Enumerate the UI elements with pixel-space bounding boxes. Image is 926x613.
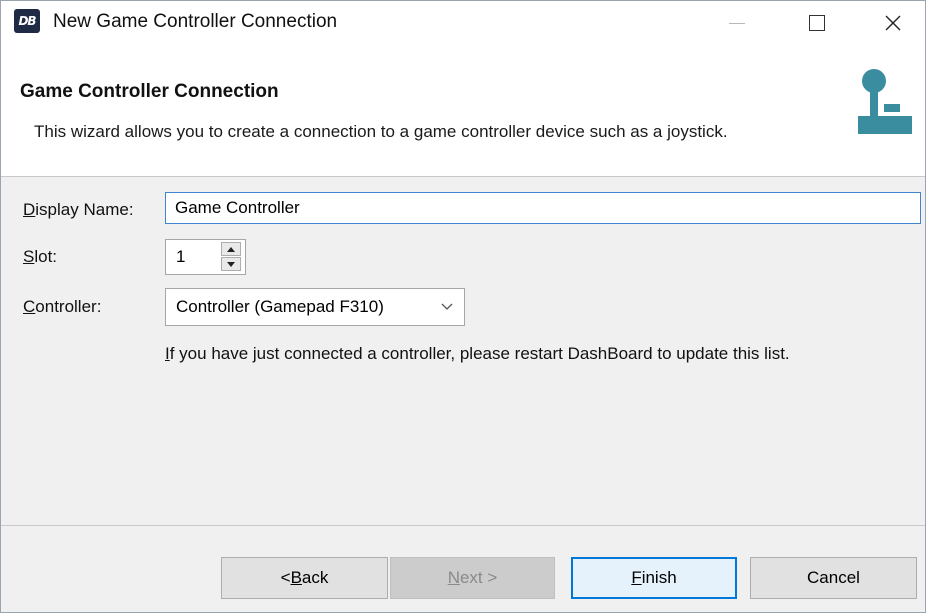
page-title: Game Controller Connection [20, 81, 279, 102]
wizard-window: DB New Game Controller Connection Game C… [0, 0, 926, 613]
slot-value[interactable]: 1 [176, 247, 185, 267]
app-logo-icon: DB [14, 9, 40, 33]
display-name-input[interactable]: Game Controller [165, 192, 921, 224]
next-button[interactable]: Next > [390, 557, 555, 599]
display-name-label: Display Name: [23, 200, 134, 219]
spin-down-button[interactable] [221, 257, 241, 271]
controller-value: Controller (Gamepad F310) [176, 297, 384, 316]
slot-label: Slot: [23, 247, 58, 266]
wizard-header: Game Controller Connection This wizard a… [1, 45, 925, 177]
title-bar: DB New Game Controller Connection [1, 1, 925, 45]
slot-spinner[interactable]: 1 [165, 239, 246, 275]
controller-hint: If you have just connected a controller,… [165, 344, 790, 363]
close-icon [885, 15, 901, 31]
footer-divider [1, 525, 925, 526]
chevron-down-icon [441, 303, 453, 310]
close-button[interactable] [870, 1, 916, 45]
arrow-up-icon [227, 246, 235, 252]
back-button[interactable]: < Back [221, 557, 388, 599]
controller-dropdown[interactable]: Controller (Gamepad F310) [165, 288, 465, 326]
page-description: This wizard allows you to create a conne… [34, 122, 728, 141]
maximize-icon [809, 15, 825, 31]
arrow-down-icon [227, 261, 235, 267]
minimize-icon [729, 22, 745, 24]
finish-button[interactable]: Finish [571, 557, 737, 599]
controller-label: Controller: [23, 297, 102, 316]
minimize-button[interactable] [714, 1, 760, 45]
joystick-icon [858, 69, 912, 134]
window-title: New Game Controller Connection [53, 11, 338, 32]
maximize-button[interactable] [794, 1, 840, 45]
cancel-button[interactable]: Cancel [750, 557, 917, 599]
spin-up-button[interactable] [221, 242, 241, 256]
